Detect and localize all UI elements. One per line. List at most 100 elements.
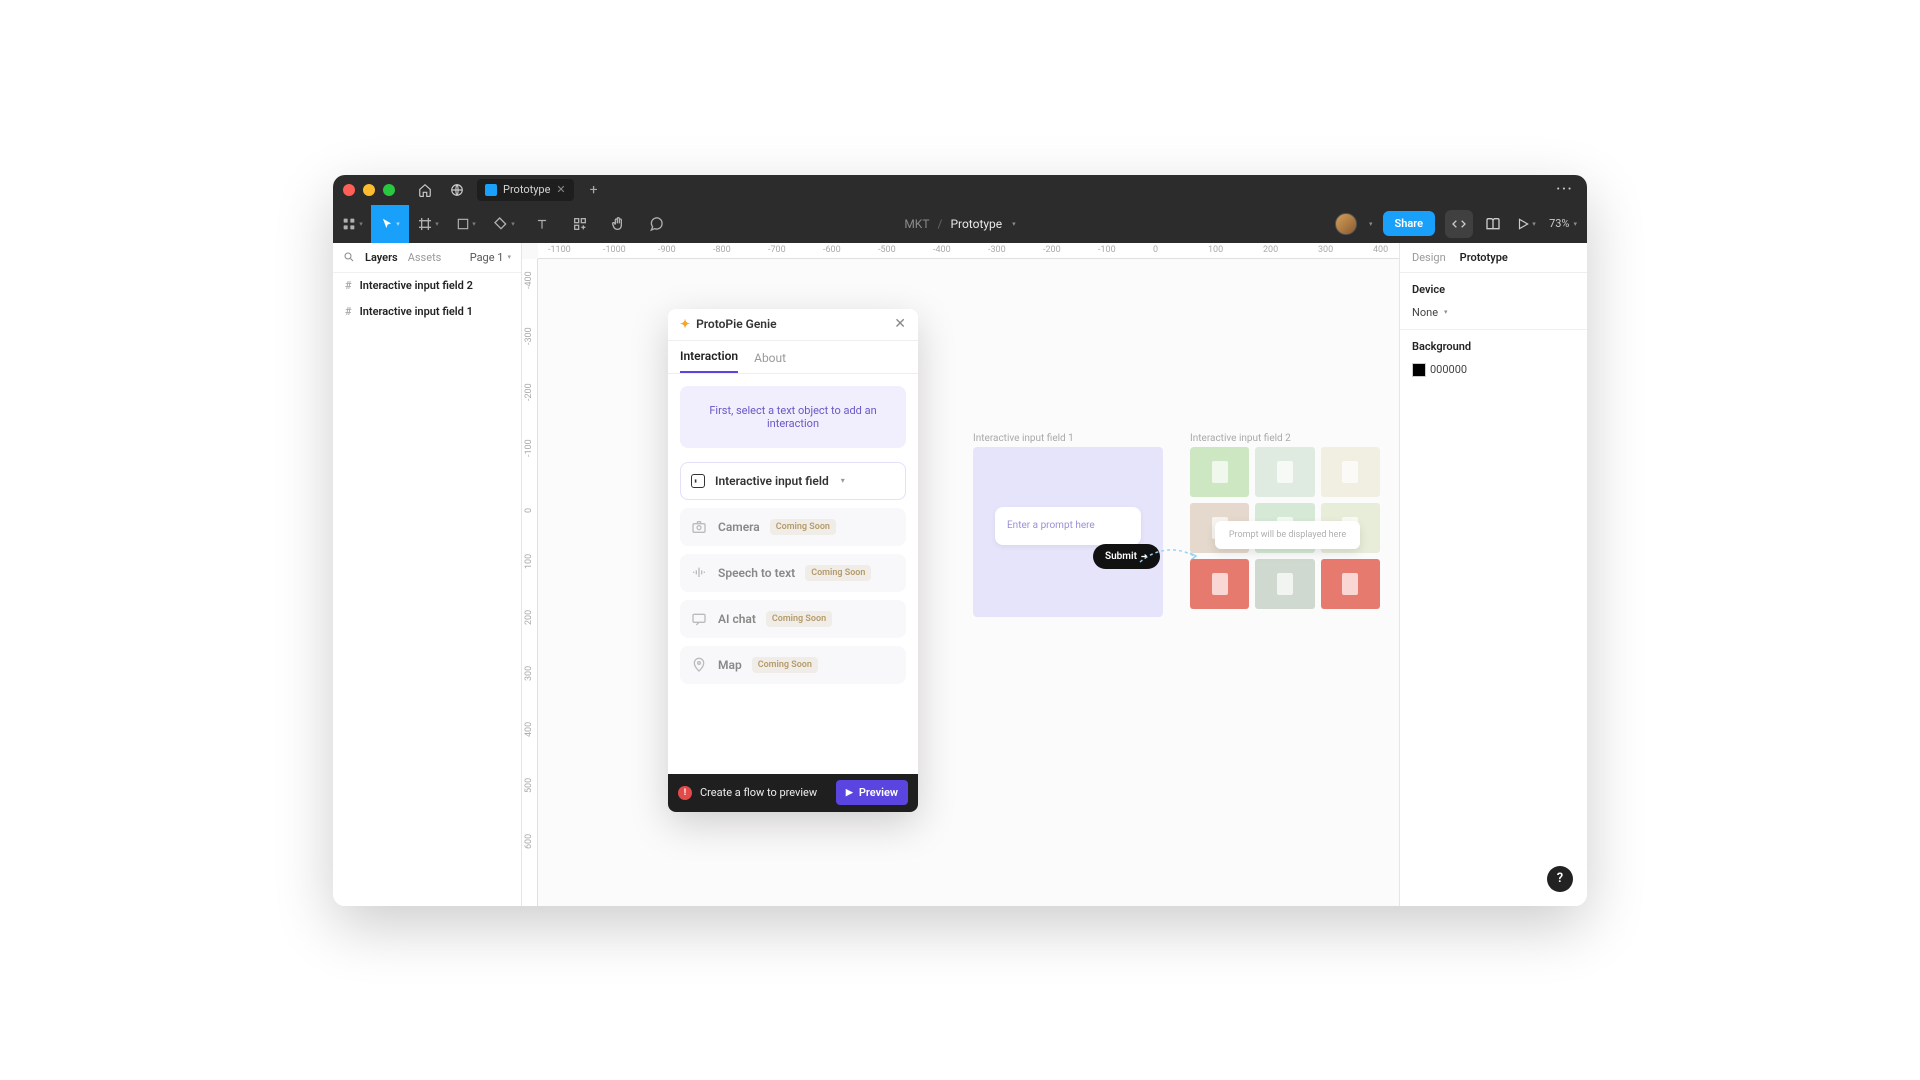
frame-tool-button[interactable]: ▾ [409,205,447,243]
preview-label: Preview [859,786,898,799]
main-menu-button[interactable]: ▾ [333,205,371,243]
move-tool-button[interactable]: ▾ [371,205,409,243]
horizontal-ruler: -1100-1000-900-800-700-600-500-400-300-2… [538,243,1399,259]
sparkle-icon: ✦ [680,317,690,331]
pen-tool-button[interactable]: ▾ [485,205,523,243]
close-plugin-button[interactable]: ✕ [894,316,906,332]
home-icon[interactable] [413,178,437,202]
breadcrumb-file: Prototype [950,217,1002,231]
breadcrumb-separator: / [937,217,942,231]
library-icon[interactable] [1483,212,1503,236]
chat-icon [690,610,708,628]
canvas-area[interactable]: -1100-1000-900-800-700-600-500-400-300-2… [522,243,1399,906]
toolbar: ▾ ▾ ▾ ▾ ▾ [333,205,1587,243]
minimize-window-button[interactable] [363,184,375,196]
tab-interaction[interactable]: Interaction [680,349,738,373]
device-section-label: Device [1412,283,1575,296]
device-select[interactable]: None ▾ [1412,306,1575,319]
preview-button[interactable]: ▶ Preview [836,780,908,805]
more-menu-icon[interactable]: ··· [1556,179,1577,200]
frame-label-1[interactable]: Interactive input field 1 [973,433,1074,444]
avatar-chevron-icon[interactable]: ▾ [1369,220,1373,228]
new-tab-button[interactable]: + [582,182,606,198]
file-tab[interactable]: Prototype ✕ [477,179,574,201]
prompt-input[interactable]: Enter a prompt here [995,507,1141,545]
option-map[interactable]: Map Coming Soon [680,646,906,684]
breadcrumb[interactable]: MKT / Prototype ▾ [904,217,1015,231]
hand-tool-button[interactable] [599,205,637,243]
assets-tab[interactable]: Assets [408,251,442,264]
option-title: Interactive input field [715,474,829,488]
layer-item[interactable]: # Interactive input field 2 [333,273,521,299]
zoom-control[interactable]: 73%▾ [1549,217,1577,230]
close-tab-icon[interactable]: ✕ [556,183,565,196]
hint-message: First, select a text object to add an in… [680,386,906,448]
frame-interactive-input-2[interactable]: Prompt will be displayed here [1190,447,1380,617]
vertical-ruler: -400-300-200-1000100200300400500600 [522,259,538,906]
tab-prototype[interactable]: Prototype [1460,251,1508,264]
tab-about[interactable]: About [754,351,786,373]
layers-panel: Layers Assets Page 1 ▾ # Interactive inp… [333,243,522,906]
globe-icon[interactable] [445,178,469,202]
chevron-down-icon: ▾ [841,476,845,485]
resources-button[interactable] [561,205,599,243]
plugin-title: ProtoPie Genie [696,317,777,331]
layer-name: Interactive input field 1 [360,305,473,318]
prompt-output: Prompt will be displayed here [1215,521,1360,549]
dev-mode-button[interactable] [1445,210,1473,238]
option-title: Camera [718,520,760,534]
tab-design[interactable]: Design [1412,251,1446,264]
coming-soon-badge: Coming Soon [766,611,832,627]
frame-icon: # [345,305,352,318]
layer-item[interactable]: # Interactive input field 1 [333,299,521,325]
breadcrumb-project: MKT [904,217,929,231]
option-camera[interactable]: Camera Coming Soon [680,508,906,546]
present-button[interactable]: ▾ [1513,212,1539,236]
speech-icon [690,564,708,582]
chevron-down-icon: ▾ [1012,220,1016,228]
flow-arrow [1138,542,1198,572]
frame-interactive-input-1[interactable]: Enter a prompt here Submit ➜ [973,447,1163,617]
share-label: Share [1395,217,1424,230]
user-avatar[interactable] [1335,213,1357,235]
warning-icon: ! [678,786,692,800]
layers-tab[interactable]: Layers [365,251,398,264]
output-placeholder: Prompt will be displayed here [1229,530,1346,540]
window-controls [343,184,395,196]
option-interactive-input[interactable]: Interactive input field ▾ [680,462,906,500]
option-title: Map [718,658,742,672]
option-ai-chat[interactable]: AI chat Coming Soon [680,600,906,638]
titlebar: Prototype ✕ + ··· [333,175,1587,205]
layer-name: Interactive input field 2 [360,279,473,292]
protopie-genie-panel: ✦ ProtoPie Genie ✕ Interaction About Fir… [668,309,918,812]
maximize-window-button[interactable] [383,184,395,196]
coming-soon-badge: Coming Soon [805,565,871,581]
figma-file-icon [485,184,497,196]
search-icon[interactable] [343,251,355,263]
map-pin-icon [690,656,708,674]
share-button[interactable]: Share [1383,211,1436,236]
coming-soon-badge: Coming Soon [752,657,818,673]
footer-message: Create a flow to preview [700,786,817,799]
comment-tool-button[interactable] [637,205,675,243]
shape-tool-button[interactable]: ▾ [447,205,485,243]
camera-icon [690,518,708,536]
text-tool-button[interactable] [523,205,561,243]
help-button[interactable]: ? [1547,866,1573,892]
frame-label-2[interactable]: Interactive input field 2 [1190,433,1291,444]
close-window-button[interactable] [343,184,355,196]
input-field-icon [691,474,705,488]
play-icon: ▶ [846,788,853,798]
background-color-control[interactable]: 000000 [1412,363,1575,377]
device-value: None [1412,306,1438,319]
option-speech-to-text[interactable]: Speech to text Coming Soon [680,554,906,592]
background-value: 000000 [1430,363,1467,376]
color-swatch[interactable] [1412,363,1426,377]
background-section-label: Background [1412,340,1575,353]
page-selector[interactable]: Page 1 ▾ [470,251,511,264]
prompt-placeholder: Enter a prompt here [1007,520,1095,531]
option-title: AI chat [718,612,756,626]
app-window: Prototype ✕ + ··· ▾ ▾ ▾ ▾ ▾ [333,175,1587,906]
inspector-panel: Design Prototype Device None ▾ Backgroun… [1399,243,1587,906]
zoom-value: 73% [1549,217,1569,230]
